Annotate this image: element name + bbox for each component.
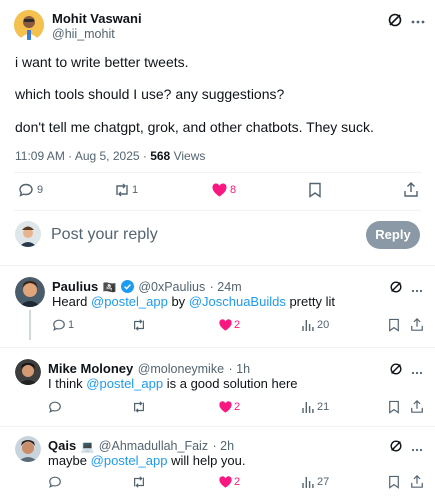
reply-author-handle[interactable]: @Ahmadullah_Faiz <box>99 439 208 453</box>
views-count: 27 <box>317 476 330 488</box>
reply-author-name[interactable]: Mike Moloney <box>48 361 133 376</box>
reply-text: maybe @postel_app will help you. <box>48 453 246 468</box>
repost-icon[interactable] <box>131 475 147 489</box>
reply-icon[interactable] <box>48 475 62 489</box>
like-count: 8 <box>230 184 237 196</box>
reply-avatar[interactable] <box>15 436 41 462</box>
like-count: 2 <box>234 401 241 413</box>
tweet-text-line-3: don't tell me chatgpt, grok, and other c… <box>15 119 374 135</box>
bookmark-icon[interactable] <box>308 182 322 198</box>
views-icon[interactable] <box>301 400 315 414</box>
like-icon[interactable] <box>218 475 233 489</box>
views-count: 20 <box>317 319 330 331</box>
share-icon[interactable] <box>410 474 424 489</box>
reply-time[interactable]: · 24m <box>210 280 242 294</box>
reply-time[interactable]: · 1h <box>228 362 250 376</box>
flag-emoji: 🏴‍☠️ <box>102 282 117 294</box>
reply-author-name[interactable]: Paulius <box>52 279 98 294</box>
reply-author-handle[interactable]: @moloneymike <box>138 362 224 376</box>
reply-text: I think @postel_app is a good solution h… <box>48 376 298 391</box>
grok-icon[interactable] <box>389 439 403 453</box>
more-options-icon[interactable] <box>410 364 424 375</box>
repost-icon[interactable] <box>113 182 131 198</box>
divider <box>0 347 435 348</box>
bookmark-icon[interactable] <box>388 475 400 489</box>
reply-avatar[interactable] <box>15 359 41 385</box>
reply-author-handle[interactable]: @0xPaulius <box>138 280 205 294</box>
views-label: Views <box>170 149 206 163</box>
reply-icon[interactable] <box>52 318 66 332</box>
reply-text-part: is a good solution here <box>163 376 298 391</box>
my-avatar[interactable] <box>15 221 41 247</box>
views-count: 568 <box>150 149 171 163</box>
more-options-icon[interactable] <box>410 14 426 24</box>
mention-link[interactable]: @postel_app <box>86 376 163 391</box>
share-icon[interactable] <box>410 399 424 414</box>
mention-link[interactable]: @postel_app <box>91 453 168 468</box>
author-handle[interactable]: @hii_mohit <box>52 27 115 41</box>
grok-icon[interactable] <box>387 12 403 28</box>
views-count: 21 <box>317 401 330 413</box>
grok-icon[interactable] <box>389 362 403 376</box>
reply-text-part: Heard <box>52 294 92 309</box>
tweet-meta: 11:09 AM · Aug 5, 2025 · 568 Views <box>15 149 205 163</box>
tweet-timestamp[interactable]: 11:09 AM · Aug 5, 2025 · <box>15 149 150 163</box>
views-icon[interactable] <box>301 318 315 332</box>
reply-button[interactable]: Reply <box>366 221 420 249</box>
reply-input[interactable]: Post your reply <box>51 226 158 244</box>
reply-count: 9 <box>37 184 44 196</box>
share-icon[interactable] <box>403 181 419 198</box>
more-options-icon[interactable] <box>410 441 424 452</box>
reply-text-part: I think <box>48 376 87 391</box>
like-count: 2 <box>234 476 241 488</box>
reply-time[interactable]: · 2h <box>213 439 235 453</box>
like-count: 2 <box>234 319 241 331</box>
tweet-text-line-2: which tools should I use? any suggestion… <box>15 86 285 102</box>
reply-text-part: pretty lit <box>285 294 335 309</box>
divider <box>0 265 435 266</box>
views-icon[interactable] <box>301 475 315 489</box>
verified-badge-icon <box>120 280 134 293</box>
author-name[interactable]: Mohit Vaswani <box>52 11 142 26</box>
divider <box>14 172 421 173</box>
reply-avatar[interactable] <box>15 277 45 307</box>
reply-text-part: will help you. <box>167 453 246 468</box>
mention-link[interactable]: @postel_app <box>91 294 168 309</box>
reply-text-part: by <box>167 294 189 309</box>
bookmark-icon[interactable] <box>388 318 400 332</box>
repost-count: 1 <box>132 184 139 196</box>
repost-icon[interactable] <box>131 400 147 414</box>
reply-text-part: maybe <box>48 453 91 468</box>
author-avatar[interactable] <box>14 10 44 40</box>
bookmark-icon[interactable] <box>388 400 400 414</box>
share-icon[interactable] <box>410 317 424 332</box>
reply-icon[interactable] <box>48 400 62 414</box>
like-icon[interactable] <box>218 318 233 332</box>
like-icon[interactable] <box>211 182 228 198</box>
more-options-icon[interactable] <box>410 282 424 293</box>
grok-icon[interactable] <box>389 280 403 294</box>
reply-author-name[interactable]: Qais <box>48 438 76 453</box>
reply-count: 1 <box>68 319 75 331</box>
divider <box>0 426 435 427</box>
repost-icon[interactable] <box>131 318 147 332</box>
thread-line <box>29 310 31 340</box>
laptop-emoji: 💻 <box>80 441 95 453</box>
reply-text: Heard @postel_app by @JoschuaBuilds pret… <box>52 294 335 309</box>
mention-link[interactable]: @JoschuaBuilds <box>189 294 286 309</box>
like-icon[interactable] <box>218 400 233 414</box>
divider <box>14 210 421 211</box>
reply-icon[interactable] <box>18 182 34 198</box>
tweet-text-line-1: i want to write better tweets. <box>15 54 189 70</box>
